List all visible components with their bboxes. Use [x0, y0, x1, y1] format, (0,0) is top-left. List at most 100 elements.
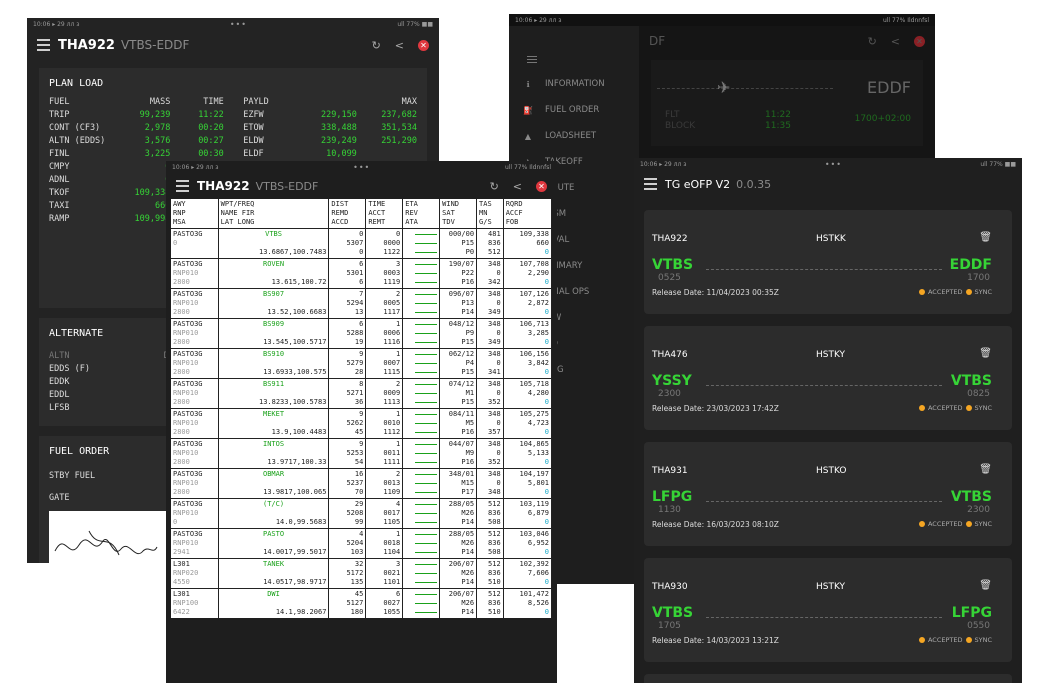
- share-icon[interactable]: <: [891, 35, 900, 48]
- cell-line-f2: 3,285: [527, 329, 549, 337]
- cell: 084/11 M5 P16: [439, 408, 478, 439]
- trash-icon[interactable]: 🗑: [979, 348, 992, 359]
- cell-line-t3: 1109: [383, 488, 401, 496]
- menu-icon[interactable]: [644, 178, 657, 190]
- trash-icon[interactable]: 🗑: [979, 580, 992, 591]
- fuel-label: TRIP: [49, 109, 70, 120]
- cell-line-t3: 1112: [383, 428, 401, 436]
- header-line: FOB: [505, 218, 519, 226]
- fir-name: [221, 239, 327, 248]
- column-header: TAS MN G/S: [476, 199, 504, 229]
- menu-icon[interactable]: [176, 180, 189, 192]
- refresh-icon[interactable]: ↻: [490, 180, 499, 193]
- cell-line-f3: 0: [544, 428, 549, 436]
- flight-card[interactable]: THA476 HSTKY 🗑 YSSY VTBS 2300 0825 Release Date…: [644, 326, 1012, 430]
- cell-line-msa: 2800: [173, 278, 190, 286]
- waypoint-row[interactable]: PASTO3G RNP010 2800 INTOS 13.9717,100.33 9 52…: [171, 438, 552, 469]
- route-line: [706, 269, 942, 270]
- cell-line-msa: 2800: [173, 398, 190, 406]
- cell-line-s2: 836: [488, 539, 501, 547]
- waypoint-row[interactable]: PASTO3G RNP010 2800 OBMAR 13.9817,100.065 16…: [171, 468, 552, 499]
- waypoint-row[interactable]: PASTO3G RNP010 2800 BS909 13.545,100.5717 6 5…: [171, 318, 552, 349]
- release-date: Release Date: 23/03/2023 17:42Z: [652, 404, 779, 413]
- cell-line-f3: 0: [544, 548, 549, 556]
- cell-line-s3: 508: [488, 518, 501, 526]
- cell-line-s1: 348: [488, 290, 501, 298]
- refresh-icon[interactable]: ↻: [372, 39, 381, 52]
- waypoint-row[interactable]: L301 RNP020 4550 TANEK 14.0517,98.9717 32 517…: [171, 558, 552, 589]
- cell-line-w3: P14: [461, 518, 475, 526]
- waypoint-name: PASTO: [263, 530, 285, 538]
- waypoint-row[interactable]: PASTO3G RNP010 2941 PASTO 14.0017,99.5017 4 5…: [171, 528, 552, 559]
- menu-item-fuel-order[interactable]: ⛽ FUEL ORDER: [509, 97, 639, 123]
- cell: 074/12 M1 P15: [439, 378, 478, 409]
- cell: PASTO3G RNP010 2800: [171, 348, 219, 379]
- menu-icon[interactable]: [509, 26, 639, 71]
- payload-max: 251,290: [381, 135, 418, 146]
- cell-line-w3: P15: [461, 368, 475, 376]
- flight-card[interactable]: THA930 HSTKY 🗑 VTBS LFPG 1705 0550 Release Date…: [644, 558, 1012, 662]
- flight-card[interactable]: THA922 HSTKK 🗑 VTBS EDDF 0525 1700 Release Date…: [644, 210, 1012, 314]
- cell-line-w1: 206/07: [448, 590, 475, 598]
- plan-load-row: CONT (CF3) 2,978 00:20 ETOW 338,488 351,534: [49, 121, 417, 134]
- close-icon[interactable]: ✕: [536, 180, 547, 192]
- sync-label: SYNC: [974, 404, 993, 412]
- fir-name: [221, 599, 327, 608]
- plane-icon: ✈: [717, 78, 731, 97]
- waypoint-row[interactable]: PASTO3G RNP010 2800 BS911 13.8233,100.5783 8…: [171, 378, 552, 409]
- cell-line-t2: 0027: [383, 599, 401, 607]
- waypoint-name: OBMAR: [263, 470, 285, 478]
- cell-line-d1: 4: [359, 530, 364, 538]
- waypoint-row[interactable]: PASTO3G 0 VTBS 13.6867,100.7483 0 5307 0 0 0000…: [171, 228, 552, 259]
- flight-card-partial[interactable]: [644, 674, 1012, 683]
- trash-icon[interactable]: 🗑: [979, 232, 992, 243]
- route-label: VTBS-EDDF: [255, 179, 319, 193]
- menu-item-information[interactable]: ℹ INFORMATION: [509, 71, 639, 97]
- cell: 190/07 P22 P16: [439, 258, 478, 289]
- share-icon[interactable]: <: [513, 180, 522, 193]
- eta-dash: [405, 290, 438, 299]
- cell: 106,713 3,285 0: [503, 318, 552, 349]
- fuel-mass: 3,576: [144, 135, 171, 146]
- eta-dash: [405, 488, 438, 497]
- arrival-time: 1700: [967, 273, 990, 283]
- column-header: WPT/FREQ NAME FIR LAT LONG: [218, 199, 330, 229]
- waypoint-row[interactable]: PASTO3G RNP010 2800 ROVEN 13.615,100.72 6 530…: [171, 258, 552, 289]
- cell-line-f1: 106,713: [519, 320, 549, 328]
- waypoint-row[interactable]: PASTO3G RNP010 2800 MEKET 13.9,100.4483 9 526…: [171, 408, 552, 439]
- accepted-dot-icon: [918, 289, 925, 295]
- cell: PASTO3G RNP010 0: [171, 498, 219, 529]
- close-icon[interactable]: ✕: [914, 35, 925, 47]
- cell-line-w2: M15: [461, 479, 475, 487]
- cell-line-rnp: RNP010: [173, 419, 199, 427]
- share-icon[interactable]: <: [395, 39, 404, 52]
- eta-dash: [405, 590, 438, 599]
- column-header: RQRD ACCF FOB: [503, 199, 552, 229]
- trash-icon[interactable]: 🗑: [979, 464, 992, 475]
- cell: 1 0006 1116: [365, 318, 404, 349]
- cell-line-s2: 0: [496, 269, 501, 277]
- cell: 1 0011 1111: [365, 438, 404, 469]
- cell: L301 RNP100 6422: [171, 588, 219, 618]
- close-icon[interactable]: ✕: [418, 39, 429, 51]
- cell-line-s1: 348: [488, 320, 501, 328]
- cell-line-f2: 5,133: [527, 449, 549, 457]
- aircraft-registration: HSTKK: [816, 234, 846, 244]
- plan-load-row: ALTN (EDDS) 3,576 00:27 ELDW 239,249 251,290: [49, 134, 417, 147]
- menu-icon[interactable]: [37, 39, 50, 51]
- menu-item-label: INFORMATION: [545, 79, 605, 89]
- waypoint-row[interactable]: PASTO3G RNP010 2800 BS907 13.52,100.6683 7 52…: [171, 288, 552, 319]
- waypoint-row[interactable]: PASTO3G RNP010 2800 BS910 13.6933,100.575 9 5…: [171, 348, 552, 379]
- flight-card[interactable]: THA931 HSTKO 🗑 LFPG VTBS 1130 2300 Release Date…: [644, 442, 1012, 546]
- menu-item-loadsheet[interactable]: ▲ LOADSHEET: [509, 123, 639, 149]
- flight-number: THA930: [652, 582, 688, 592]
- app-header: THA922 VTBS-EDDF ↻ < ✕: [166, 173, 557, 199]
- arrival-airport: VTBS: [950, 489, 992, 505]
- cell-line-w1: 206/07: [448, 560, 475, 568]
- sync-label: SYNC: [974, 520, 993, 528]
- waypoint-row[interactable]: PASTO3G RNP010 0 (T/C) 14.0,99.5683 29 5208 99…: [171, 498, 552, 529]
- cell-line-w3: P15: [461, 398, 475, 406]
- waypoint-row[interactable]: L301 RNP100 6422 DWI 14.1,98.2067 45 5127 180 6…: [171, 588, 552, 618]
- refresh-icon[interactable]: ↻: [868, 35, 877, 48]
- cell-line-s3: 352: [488, 398, 501, 406]
